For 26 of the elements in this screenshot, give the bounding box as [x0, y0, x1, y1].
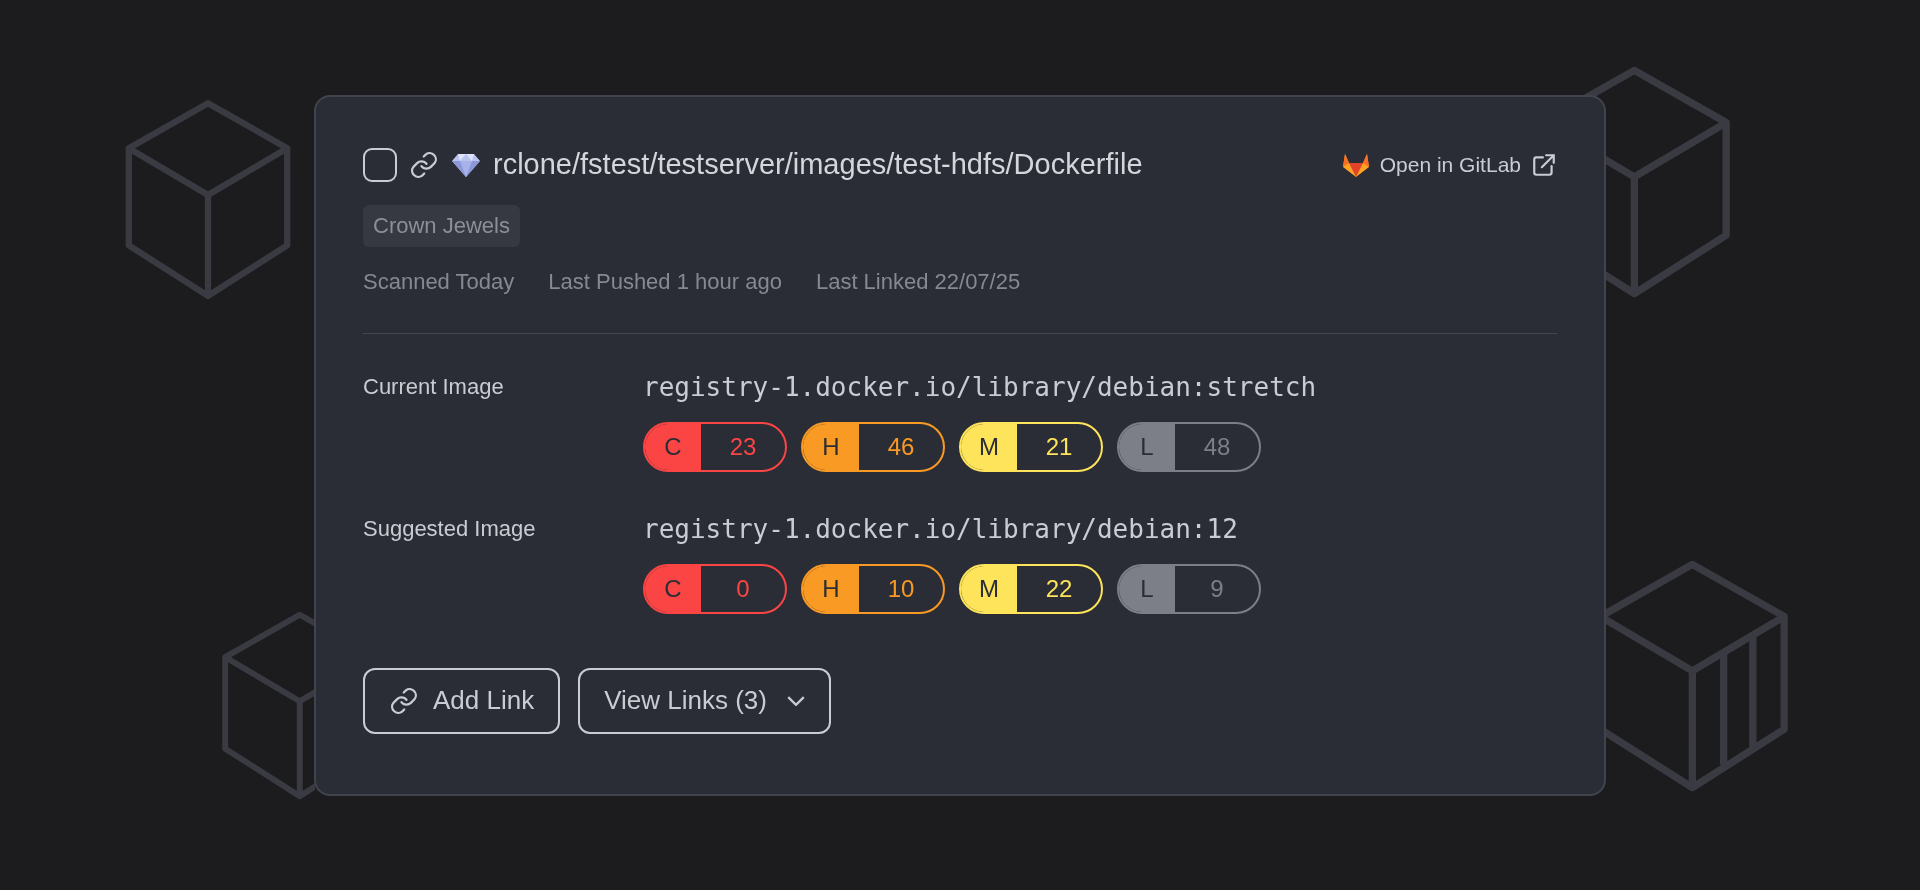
- severity-count-pill: M 22: [959, 563, 1103, 614]
- add-link-button[interactable]: Add Link: [363, 667, 561, 734]
- meta-text: Last Pushed 1 hour ago: [548, 268, 782, 295]
- severity-count-pill: H 10: [801, 563, 945, 614]
- image-label: Current Image: [363, 373, 505, 400]
- tag: Crown Jewels: [363, 204, 520, 247]
- external-link-icon: [1531, 151, 1557, 178]
- meta-text: Scanned Today: [363, 268, 515, 295]
- severity-count-pill: L 9: [1117, 563, 1261, 614]
- open-in-gitlab-link[interactable]: Open in GitLab: [1341, 151, 1557, 178]
- gem-icon: [451, 151, 481, 178]
- chevron-down-icon: [787, 695, 805, 706]
- checkbox[interactable]: [363, 147, 397, 182]
- severity-count-pill: M 21: [959, 421, 1103, 472]
- image-name: registry-1.docker.io/library/debian:stretch: [643, 371, 1318, 402]
- severity-count-pill: C 23: [643, 421, 787, 472]
- meta-text: Last Linked 22/07/25: [815, 268, 1021, 295]
- image-name: registry-1.docker.io/library/debian:12: [643, 513, 1239, 544]
- link-icon: [409, 149, 439, 180]
- view-links-dropdown[interactable]: View Links (3): [578, 667, 831, 734]
- file-path: rclone/fstest/testserver/images/test-hdfs/Dockerfile: [493, 148, 1143, 181]
- severity-count-pill: H 46: [801, 421, 945, 472]
- link-icon: [389, 685, 419, 716]
- severity-count-pill: C 0: [643, 563, 787, 614]
- image-label: Suggested Image: [363, 515, 537, 542]
- severity-count-pill: L 48: [1117, 421, 1261, 472]
